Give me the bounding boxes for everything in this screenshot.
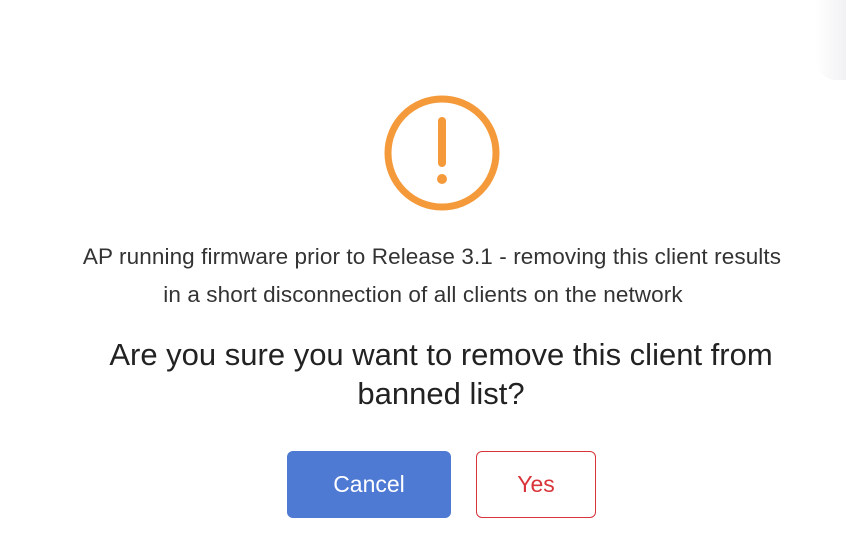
yes-button[interactable]: Yes	[476, 451, 596, 518]
warning-icon	[384, 95, 500, 211]
warning-line-2: in a short disconnection of all clients …	[163, 282, 683, 307]
background-panel-edge	[816, 0, 846, 80]
confirm-question: Are you sure you want to remove this cli…	[0, 335, 846, 413]
question-line-2: banned list?	[357, 376, 525, 411]
firmware-warning-text: AP running firmware prior to Release 3.1…	[0, 238, 846, 314]
confirm-dialog: AP running firmware prior to Release 3.1…	[0, 0, 846, 542]
warning-line-1: AP running firmware prior to Release 3.1…	[82, 244, 782, 269]
question-line-1: Are you sure you want to remove this cli…	[109, 337, 773, 372]
cancel-button[interactable]: Cancel	[287, 451, 451, 518]
